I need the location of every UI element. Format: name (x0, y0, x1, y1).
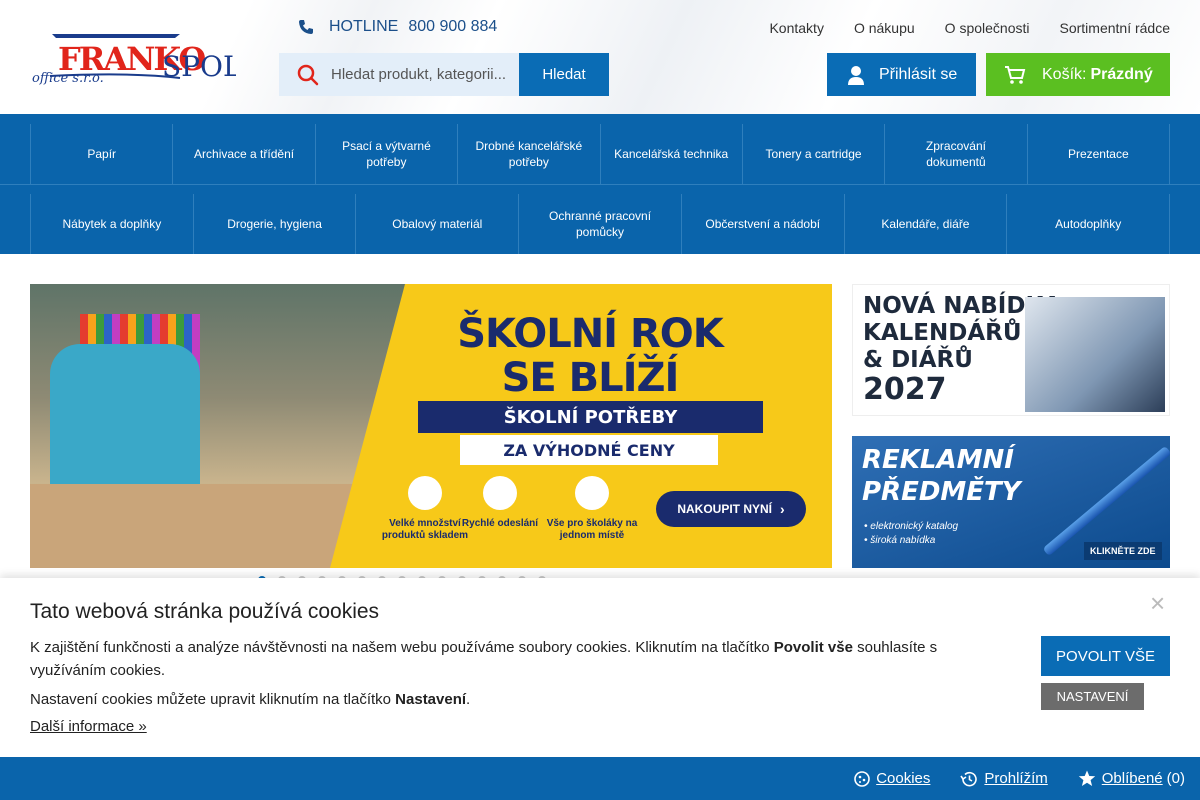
promo-items-cta[interactable]: KLIKNĚTE ZDE (1084, 542, 1162, 560)
cart-icon (408, 476, 442, 510)
cookie-text-2: Nastavení cookies můžete upravit kliknut… (30, 688, 470, 711)
nav-item-ochranne-pomucky[interactable]: Ochranné pracovní pomůcky (518, 194, 681, 254)
cookie-consent-panel: Tato webová stránka používá cookies K za… (0, 578, 1200, 758)
link-kontakty[interactable]: Kontakty (769, 20, 823, 36)
star-icon (1078, 770, 1095, 786)
hotline-number: 800 900 884 (408, 18, 498, 35)
nav-item-kalendare[interactable]: Kalendáře, diáře (843, 194, 1007, 254)
nav-item-tonery[interactable]: Tonery a cartridge (741, 124, 884, 184)
search-field[interactable] (279, 53, 519, 96)
promo-items-bullet-1: • elektronický katalog (864, 521, 959, 532)
hero-slider-banner[interactable]: ŠKOLNÍ ROK SE BLÍŽÍ ŠKOLNÍ POTŘEBY ZA VÝ… (30, 284, 832, 568)
calendar-promo-banner[interactable]: NOVÁ NABÍDKA KALENDÁŘŮ & DIÁŘŮ 2027 (852, 284, 1170, 416)
link-o-spolecnosti[interactable]: O společnosti (945, 20, 1030, 36)
nav-item-obalovy-material[interactable]: Obalový materiál (355, 194, 518, 254)
category-nav: Papír Archivace a třídění Psací a výtvar… (0, 114, 1200, 254)
nav-row-2: Nábytek a doplňky Drogerie, hygiena Obal… (30, 194, 1171, 254)
search-button[interactable]: Hledat (519, 53, 609, 96)
svg-text:office s.r.o.: office s.r.o. (32, 71, 104, 86)
cookie-text-1-bold: Povolit vše (773, 639, 853, 656)
cookie-text-1-start: K zajištění funkčnosti a analýze návštěv… (30, 639, 774, 656)
hero-headline-line-1: ŠKOLNÍ ROK (457, 311, 724, 357)
nav-item-kancelarska-technika[interactable]: Kancelářská technika (599, 124, 742, 184)
login-button[interactable]: Přihlásit se (827, 53, 976, 96)
nav-item-autodoplnky[interactable]: Autodoplňky (1006, 194, 1171, 254)
history-link[interactable]: Prohlížím (960, 770, 1048, 787)
bottom-toolbar: Cookies Prohlížím Oblíbené (0) (0, 757, 1200, 800)
cart-label: Košík: (1042, 65, 1087, 83)
cookie-icon (854, 770, 871, 787)
link-sortimentni-radce[interactable]: Sortimentní rádce (1060, 20, 1171, 36)
site-header: FRANKO SPOL office s.r.o. HOTLINE 800 90… (0, 0, 1200, 114)
backpack-icon (575, 476, 609, 510)
close-icon[interactable]: × (1150, 588, 1165, 619)
cookie-more-info-link[interactable]: Další informace » (30, 718, 147, 735)
cart-status: Prázdný (1090, 65, 1153, 83)
nav-item-drogerie[interactable]: Drogerie, hygiena (192, 194, 356, 254)
truck-icon (483, 476, 517, 510)
top-links: Kontakty O nákupu O společnosti Sortimen… (769, 20, 1170, 36)
hero-band-1: ŠKOLNÍ POTŘEBY (418, 401, 763, 433)
promo-items-line-2: PŘEDMĚTY (862, 477, 1021, 507)
history-icon (960, 771, 978, 786)
hero-cta-button[interactable]: NAKOUPIT NYNÍ › (656, 491, 806, 527)
nav-item-drobne-potreby[interactable]: Drobné kancelářské potřeby (457, 124, 599, 184)
nav-item-zpracovani-dokumentu[interactable]: Zpracování dokumentů (884, 124, 1026, 184)
cookie-allow-all-button[interactable]: POVOLIT VŠE (1041, 636, 1170, 676)
hero-cta-label: NAKOUPIT NYNÍ (677, 502, 772, 516)
cookie-text-1: K zajištění funkčnosti a analýze návštěv… (30, 636, 990, 682)
promo-items-title: REKLAMNÍ PŘEDMĚTY (862, 444, 1021, 508)
chevron-right-icon: › (780, 501, 785, 517)
nav-item-archivace[interactable]: Archivace a třídění (172, 124, 314, 184)
cart-button[interactable]: Košík: Prázdný (986, 53, 1170, 96)
hero-band-2: ZA VÝHODNÉ CENY (460, 435, 718, 465)
calendars-image (1025, 297, 1165, 412)
hero-headline: ŠKOLNÍ ROK SE BLÍŽÍ (430, 312, 750, 400)
cookies-link-label: Cookies (876, 770, 931, 787)
nav-item-obcerstveni[interactable]: Občerstvení a nádobí (680, 194, 844, 254)
cart-icon (1005, 65, 1026, 84)
hero-headline-line-2: SE BLÍŽÍ (501, 355, 680, 401)
cookie-title: Tato webová stránka používá cookies (30, 600, 380, 623)
favorites-link[interactable]: Oblíbené (0) (1078, 770, 1185, 787)
hero-feature-all-in-one-label: Vše pro školáky na jednom místě (546, 518, 638, 541)
hero-feature-shipping-label: Rychlé odeslání (461, 518, 539, 529)
promo-items-bullet-2: • široká nabídka (864, 535, 936, 546)
hero-feature-shipping: Rychlé odeslání (450, 476, 550, 530)
nav-divider (0, 184, 1200, 185)
cookie-text-2-bold: Nastavení (395, 691, 467, 708)
favorites-link-label: Oblíbené (1101, 770, 1163, 787)
search-input[interactable] (331, 66, 511, 83)
history-link-label: Prohlížím (984, 770, 1048, 787)
promo-items-bullets: • elektronický katalog • široká nabídka (864, 520, 958, 548)
franko-spol-logo[interactable]: FRANKO SPOL office s.r.o. (30, 32, 236, 86)
link-o-nakupu[interactable]: O nákupu (854, 20, 915, 36)
hotline[interactable]: HOTLINE 800 900 884 (298, 16, 497, 38)
search-bar: Hledat (279, 53, 609, 96)
promo-items-line-1: REKLAMNÍ (862, 445, 1014, 475)
hero-feature-all-in-one: Vše pro školáky na jednom místě (542, 476, 642, 542)
nav-item-nabytek[interactable]: Nábytek a doplňky (30, 194, 193, 254)
nav-row-1: Papír Archivace a třídění Psací a výtvar… (30, 124, 1170, 184)
hotline-label: HOTLINE (329, 18, 399, 35)
favorites-count: (0) (1166, 770, 1185, 787)
nav-item-papir[interactable]: Papír (30, 124, 172, 184)
promo-items-banner[interactable]: REKLAMNÍ PŘEDMĚTY • elektronický katalog… (852, 436, 1170, 568)
cookies-link[interactable]: Cookies (854, 770, 930, 787)
nav-item-psaci-potreby[interactable]: Psací a výtvarné potřeby (314, 124, 457, 184)
nav-item-prezentace[interactable]: Prezentace (1026, 124, 1170, 184)
cookie-text-2-end: . (466, 691, 471, 708)
phone-icon (299, 20, 313, 34)
cookie-settings-button[interactable]: NASTAVENÍ (1041, 683, 1144, 710)
pen-image (1042, 445, 1170, 557)
login-label: Přihlásit se (879, 65, 958, 83)
backpack-image (50, 344, 200, 494)
cookie-text-2-start: Nastavení cookies můžete upravit kliknut… (30, 691, 396, 708)
search-icon (297, 64, 319, 85)
user-icon (848, 65, 864, 85)
